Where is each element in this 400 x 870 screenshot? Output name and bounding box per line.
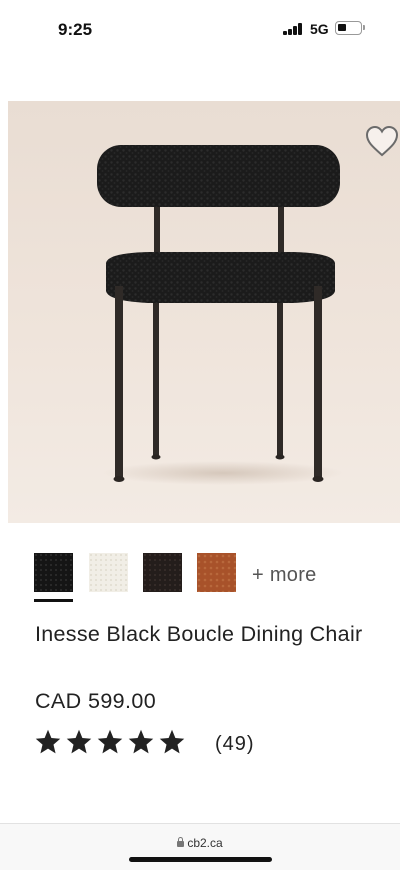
network-type: 5G: [310, 21, 329, 37]
swatch-black-boucle[interactable]: [34, 553, 73, 592]
swatch-cream-boucle[interactable]: [89, 553, 128, 592]
home-indicator[interactable]: [129, 857, 272, 862]
browser-address-bar[interactable]: cb2.ca: [0, 823, 400, 870]
product-image[interactable]: [8, 101, 400, 523]
review-count-link[interactable]: (49): [215, 733, 255, 756]
rating-stars[interactable]: [34, 728, 186, 758]
url-display[interactable]: cb2.ca: [0, 836, 400, 850]
favorite-heart-icon[interactable]: [364, 124, 400, 158]
chair-illustration: [97, 145, 343, 485]
star-icon: [159, 729, 185, 754]
product-price: CAD 599.00: [35, 689, 157, 713]
swatch-cognac[interactable]: [197, 553, 236, 592]
battery-tip: [363, 25, 365, 30]
url-text: cb2.ca: [187, 836, 223, 850]
star-icon: [35, 729, 61, 754]
star-icon: [66, 729, 92, 754]
signal-strength-icon: [283, 23, 303, 35]
more-colors-link[interactable]: + more: [252, 564, 317, 587]
lock-icon: [177, 837, 185, 847]
selected-swatch-indicator: [34, 599, 73, 602]
status-time: 9:25: [58, 20, 93, 39]
battery-icon: [335, 21, 362, 35]
swatch-dark-brown[interactable]: [143, 553, 182, 592]
product-title: Inesse Black Boucle Dining Chair: [35, 622, 363, 646]
star-icon: [128, 729, 154, 754]
star-icon: [97, 729, 123, 754]
status-bar: 9:25 5G: [0, 0, 400, 58]
